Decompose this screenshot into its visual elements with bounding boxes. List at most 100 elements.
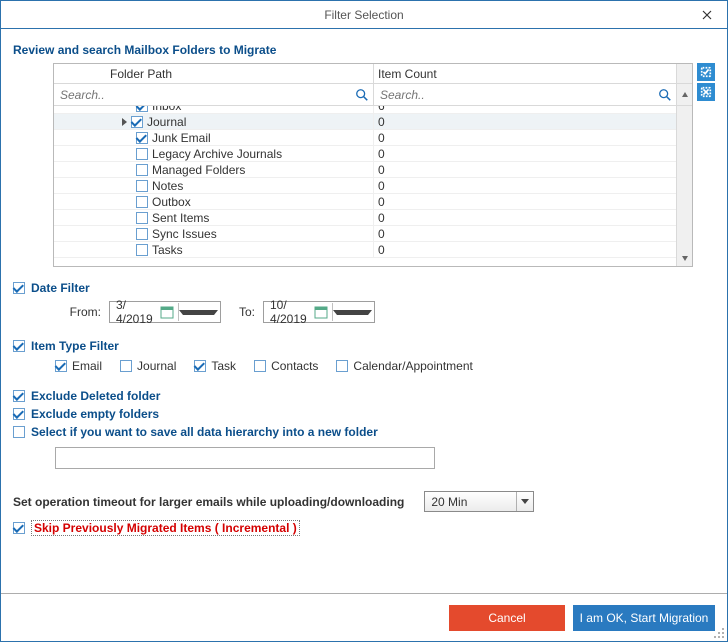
table-row[interactable]: Outbox0 [54, 194, 676, 210]
row-checkbox[interactable] [136, 148, 148, 160]
calendar-icon [160, 305, 174, 319]
folder-name: Inbox [152, 106, 181, 113]
item-count-cell: 0 [374, 242, 676, 257]
item-count-cell: 0 [374, 146, 676, 161]
save-hierarchy-row: Select if you want to save all data hier… [13, 425, 715, 439]
column-header-path[interactable]: Folder Path [54, 64, 374, 83]
row-checkbox[interactable] [136, 212, 148, 224]
cancel-button[interactable]: Cancel [449, 605, 565, 631]
item-type-checkbox[interactable] [55, 360, 67, 372]
close-button[interactable] [687, 1, 727, 28]
item-type-option[interactable]: Contacts [254, 359, 318, 373]
timeout-select[interactable]: 20 Min [424, 491, 534, 512]
row-checkbox[interactable] [136, 164, 148, 176]
item-type-option[interactable]: Task [194, 359, 236, 373]
timeout-row: Set operation timeout for larger emails … [13, 491, 715, 512]
exclude-empty-checkbox[interactable] [13, 408, 25, 420]
grid-scrollbar[interactable] [676, 106, 692, 266]
check-all-icon [700, 66, 712, 78]
item-type-checkbox[interactable] [336, 360, 348, 372]
row-checkbox[interactable] [136, 132, 148, 144]
search-scroll-spacer [676, 84, 692, 105]
date-to-input[interactable]: 10/ 4/2019 [263, 301, 375, 323]
table-row[interactable]: Legacy Archive Journals 0 [54, 146, 676, 162]
folder-name: Managed Folders [152, 163, 245, 177]
column-header-count[interactable]: Item Count [374, 64, 676, 83]
search-path-input[interactable] [58, 87, 355, 103]
exclude-empty-label: Exclude empty folders [31, 407, 159, 421]
expand-icon[interactable] [122, 118, 127, 126]
skip-previous-row: Skip Previously Migrated Items ( Increme… [13, 520, 715, 536]
start-migration-button[interactable]: I am OK, Start Migration [573, 605, 715, 631]
search-path-cell [54, 84, 374, 105]
table-row[interactable]: Sync Issues0 [54, 226, 676, 242]
date-from-dropdown[interactable] [178, 303, 219, 321]
folder-path-cell: Inbox [54, 106, 374, 113]
item-type-option[interactable]: Calendar/Appointment [336, 359, 472, 373]
timeout-dropdown-button[interactable] [516, 492, 533, 511]
table-row[interactable]: Inbox 6 [54, 106, 676, 114]
row-checkbox[interactable] [136, 196, 148, 208]
item-type-option-label: Task [211, 359, 236, 373]
grid-body: Inbox6Journal0Junk Email0Legacy Archive … [54, 106, 692, 266]
folder-path-cell: Legacy Archive Journals [54, 146, 374, 161]
date-range-row: From: 3/ 4/2019 To: 10/ 4/2019 [55, 301, 715, 323]
new-folder-input[interactable] [55, 447, 435, 469]
item-count-cell: 0 [374, 210, 676, 225]
scroll-down-button[interactable] [677, 250, 692, 266]
folder-name: Junk Email [152, 131, 211, 145]
folder-path-cell: Managed Folders [54, 162, 374, 177]
table-row[interactable]: Tasks0 [54, 242, 676, 258]
item-count-cell: 6 [374, 106, 676, 113]
date-to-label: To: [229, 305, 255, 319]
timeout-label: Set operation timeout for larger emails … [13, 495, 404, 509]
folder-path-cell: Notes [54, 178, 374, 193]
search-count-cell [374, 84, 676, 105]
item-count-cell: 0 [374, 194, 676, 209]
item-type-options: Email Journal Task Contacts Calendar/Appoint… [55, 359, 715, 373]
row-checkbox[interactable] [131, 116, 143, 128]
table-row[interactable]: Notes0 [54, 178, 676, 194]
row-checkbox[interactable] [136, 106, 148, 112]
footer: Cancel I am OK, Start Migration [1, 593, 727, 641]
item-type-checkbox[interactable] [13, 340, 25, 352]
folder-name: Legacy Archive Journals [152, 147, 282, 161]
date-from-input[interactable]: 3/ 4/2019 [109, 301, 221, 323]
item-count-cell: 0 [374, 130, 676, 145]
filter-selection-window: Filter Selection Review and search Mailb… [0, 0, 728, 642]
date-filter-checkbox[interactable] [13, 282, 25, 294]
content-area: Review and search Mailbox Folders to Mig… [1, 29, 727, 593]
item-type-option-label: Contacts [271, 359, 318, 373]
row-checkbox[interactable] [136, 228, 148, 240]
grid-side-buttons [697, 63, 715, 267]
item-type-checkbox[interactable] [254, 360, 266, 372]
item-type-option-label: Email [72, 359, 102, 373]
save-hierarchy-checkbox[interactable] [13, 426, 25, 438]
exclude-deleted-checkbox[interactable] [13, 390, 25, 402]
table-row[interactable]: Managed Folders 0 [54, 162, 676, 178]
table-row[interactable]: Junk Email 0 [54, 130, 676, 146]
grid-header: Folder Path Item Count [54, 64, 692, 84]
skip-previous-checkbox[interactable] [13, 522, 25, 534]
table-row[interactable]: Sent Items0 [54, 210, 676, 226]
table-row[interactable]: Journal0 [54, 114, 676, 130]
row-checkbox[interactable] [136, 244, 148, 256]
item-type-label: Item Type Filter [31, 339, 119, 353]
item-type-option[interactable]: Email [55, 359, 102, 373]
date-to-dropdown[interactable] [332, 303, 373, 321]
folder-grid: Folder Path Item Count [53, 63, 693, 267]
item-count-cell: 0 [374, 162, 676, 177]
folder-path-cell: Junk Email [54, 130, 374, 145]
deselect-all-button[interactable] [697, 83, 715, 101]
scroll-up-icon[interactable] [681, 91, 689, 99]
folder-path-cell: Tasks [54, 242, 374, 257]
select-all-button[interactable] [697, 63, 715, 81]
resize-grip[interactable] [713, 627, 725, 639]
search-count-input[interactable] [378, 87, 658, 103]
timeout-value: 20 Min [431, 495, 467, 509]
row-checkbox[interactable] [136, 180, 148, 192]
item-type-checkbox[interactable] [194, 360, 206, 372]
item-type-checkbox[interactable] [120, 360, 132, 372]
chevron-down-icon [521, 499, 529, 504]
item-type-option[interactable]: Journal [120, 359, 176, 373]
